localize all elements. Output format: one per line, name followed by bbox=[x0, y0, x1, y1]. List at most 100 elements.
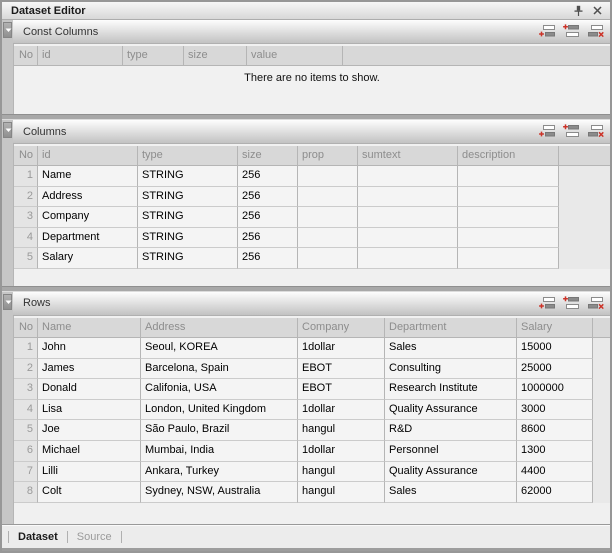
delete-item-button[interactable] bbox=[587, 24, 604, 39]
grid-cell[interactable]: Mumbai, India bbox=[141, 441, 298, 462]
column-header-no[interactable]: No bbox=[14, 318, 38, 338]
grid-cell[interactable] bbox=[298, 166, 358, 187]
grid-cell[interactable]: Personnel bbox=[385, 441, 517, 462]
row-number-cell[interactable]: 3 bbox=[14, 207, 38, 228]
grid-cell[interactable]: 256 bbox=[238, 187, 298, 208]
grid-cell[interactable]: Department bbox=[38, 228, 138, 249]
collapse-section-button[interactable] bbox=[3, 22, 12, 38]
grid-cell[interactable]: Lisa bbox=[38, 400, 141, 421]
column-header-size[interactable]: size bbox=[184, 46, 247, 66]
grid-cell[interactable]: 25000 bbox=[517, 359, 593, 380]
grid-cell[interactable]: EBOT bbox=[298, 359, 385, 380]
close-button[interactable] bbox=[590, 4, 605, 18]
grid-cell[interactable]: 62000 bbox=[517, 482, 593, 503]
grid-cell[interactable]: Seoul, KOREA bbox=[141, 338, 298, 359]
delete-item-button[interactable] bbox=[587, 124, 604, 139]
grid-cell[interactable]: 256 bbox=[238, 166, 298, 187]
grid-cell[interactable]: Company bbox=[38, 207, 138, 228]
grid-cell[interactable] bbox=[298, 187, 358, 208]
column-header-id[interactable]: id bbox=[38, 146, 138, 166]
tab-dataset[interactable]: Dataset bbox=[18, 531, 58, 543]
column-header-value[interactable]: value bbox=[247, 46, 343, 66]
grid-cell[interactable]: 1dollar bbox=[298, 338, 385, 359]
add-item-button[interactable] bbox=[539, 124, 556, 139]
grid-cell[interactable] bbox=[298, 228, 358, 249]
grid-cell[interactable] bbox=[298, 248, 358, 269]
grid-cell[interactable] bbox=[358, 187, 458, 208]
grid-cell[interactable] bbox=[458, 166, 559, 187]
grid-cell[interactable] bbox=[358, 248, 458, 269]
grid-cell[interactable]: John bbox=[38, 338, 141, 359]
grid-cell[interactable] bbox=[458, 187, 559, 208]
grid-cell[interactable]: Colt bbox=[38, 482, 141, 503]
collapse-section-button[interactable] bbox=[3, 122, 12, 138]
grid-cell[interactable]: 256 bbox=[238, 248, 298, 269]
grid-cell[interactable]: Address bbox=[38, 187, 138, 208]
grid-cell[interactable] bbox=[358, 166, 458, 187]
grid-cell[interactable]: 1dollar bbox=[298, 400, 385, 421]
row-number-cell[interactable]: 4 bbox=[14, 400, 38, 421]
grid-cell[interactable]: STRING bbox=[138, 166, 238, 187]
grid-cell[interactable]: Consulting bbox=[385, 359, 517, 380]
insert-item-button[interactable] bbox=[563, 296, 580, 311]
row-number-cell[interactable]: 6 bbox=[14, 441, 38, 462]
grid-cell[interactable]: Research Institute bbox=[385, 379, 517, 400]
grid-cell[interactable]: Lilli bbox=[38, 462, 141, 483]
delete-item-button[interactable] bbox=[587, 296, 604, 311]
grid-cell[interactable]: STRING bbox=[138, 228, 238, 249]
grid-cell[interactable] bbox=[358, 228, 458, 249]
grid-cell[interactable]: Quality Assurance bbox=[385, 400, 517, 421]
grid-cell[interactable]: Sales bbox=[385, 482, 517, 503]
row-number-cell[interactable]: 1 bbox=[14, 338, 38, 359]
grid-cell[interactable]: hangul bbox=[298, 482, 385, 503]
column-header-address[interactable]: Address bbox=[141, 318, 298, 338]
column-header-no[interactable]: No bbox=[14, 146, 38, 166]
grid-cell[interactable]: STRING bbox=[138, 207, 238, 228]
row-number-cell[interactable]: 8 bbox=[14, 482, 38, 503]
column-header-sumtext[interactable]: sumtext bbox=[358, 146, 458, 166]
row-number-cell[interactable]: 5 bbox=[14, 248, 38, 269]
pin-button[interactable] bbox=[571, 4, 586, 18]
grid-cell[interactable]: Ankara, Turkey bbox=[141, 462, 298, 483]
grid-cell[interactable]: São Paulo, Brazil bbox=[141, 420, 298, 441]
grid-cell[interactable] bbox=[458, 228, 559, 249]
insert-item-button[interactable] bbox=[563, 24, 580, 39]
grid-cell[interactable]: 3000 bbox=[517, 400, 593, 421]
grid-cell[interactable]: 1dollar bbox=[298, 441, 385, 462]
row-number-cell[interactable]: 4 bbox=[14, 228, 38, 249]
grid-cell[interactable]: 1000000 bbox=[517, 379, 593, 400]
insert-item-button[interactable] bbox=[563, 124, 580, 139]
column-header-type[interactable]: type bbox=[138, 146, 238, 166]
grid-cell[interactable]: 4400 bbox=[517, 462, 593, 483]
row-number-cell[interactable]: 1 bbox=[14, 166, 38, 187]
grid-cell[interactable]: Joe bbox=[38, 420, 141, 441]
column-header-id[interactable]: id bbox=[38, 46, 123, 66]
collapse-section-button[interactable] bbox=[3, 294, 12, 310]
grid-cell[interactable]: 1300 bbox=[517, 441, 593, 462]
grid-cell[interactable]: Donald bbox=[38, 379, 141, 400]
grid-cell[interactable]: Salary bbox=[38, 248, 138, 269]
grid-cell[interactable]: Michael bbox=[38, 441, 141, 462]
grid-cell[interactable]: 256 bbox=[238, 228, 298, 249]
column-header-name[interactable]: Name bbox=[38, 318, 141, 338]
row-number-cell[interactable]: 2 bbox=[14, 187, 38, 208]
tab-source[interactable]: Source bbox=[77, 531, 112, 543]
grid-cell[interactable]: Sales bbox=[385, 338, 517, 359]
column-header-prop[interactable]: prop bbox=[298, 146, 358, 166]
grid-cell[interactable]: 8600 bbox=[517, 420, 593, 441]
grid-cell[interactable] bbox=[458, 248, 559, 269]
grid-cell[interactable]: Sydney, NSW, Australia bbox=[141, 482, 298, 503]
grid-cell[interactable]: STRING bbox=[138, 187, 238, 208]
grid-cell[interactable]: London, United Kingdom bbox=[141, 400, 298, 421]
column-header-company[interactable]: Company bbox=[298, 318, 385, 338]
grid-cell[interactable]: 256 bbox=[238, 207, 298, 228]
grid-cell[interactable]: hangul bbox=[298, 462, 385, 483]
grid-cell[interactable] bbox=[298, 207, 358, 228]
add-item-button[interactable] bbox=[539, 24, 556, 39]
column-header-type[interactable]: type bbox=[123, 46, 184, 66]
grid-cell[interactable] bbox=[358, 207, 458, 228]
grid-cell[interactable]: R&D bbox=[385, 420, 517, 441]
column-header-salary[interactable]: Salary bbox=[517, 318, 593, 338]
grid-cell[interactable]: 15000 bbox=[517, 338, 593, 359]
row-number-cell[interactable]: 2 bbox=[14, 359, 38, 380]
